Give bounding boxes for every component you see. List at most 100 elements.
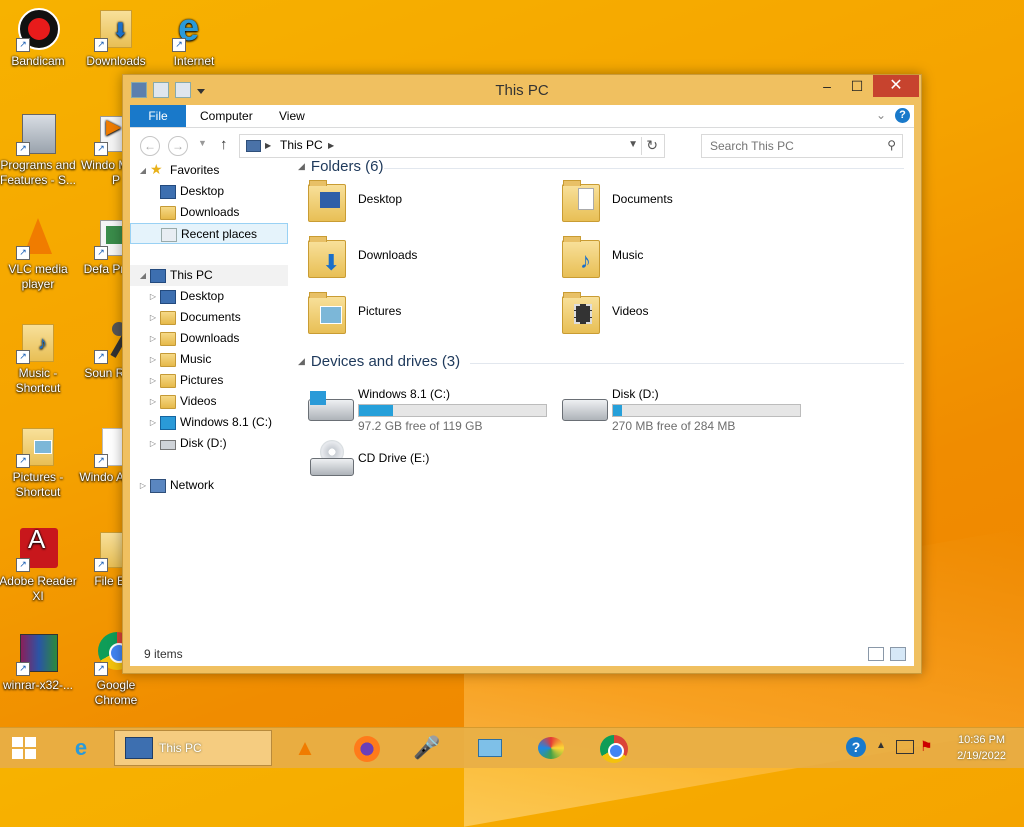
tab-computer[interactable]: Computer bbox=[200, 105, 253, 127]
downloads-folder-icon: ⬇ bbox=[306, 234, 348, 278]
up-button[interactable]: ↑ bbox=[220, 136, 228, 153]
desktop-icon-label: Adobe Reader XI bbox=[0, 574, 77, 603]
tab-view[interactable]: View bbox=[279, 105, 305, 127]
chevron-right-icon[interactable]: ▷ bbox=[148, 412, 158, 433]
nav-item-desktop[interactable]: ▷ Desktop bbox=[130, 286, 288, 307]
microphone-icon[interactable]: 🎤 bbox=[404, 731, 450, 765]
chevron-right-icon[interactable]: ▷ bbox=[138, 475, 148, 496]
tab-file[interactable]: File bbox=[130, 105, 186, 127]
vlc-cone-icon[interactable]: ▲ bbox=[282, 731, 328, 765]
help-icon[interactable]: ? bbox=[846, 737, 866, 757]
folder-name: Pictures bbox=[358, 304, 402, 318]
title-bar[interactable]: This PC – ☐ ✕ bbox=[123, 75, 921, 105]
nav-label: Recent places bbox=[181, 227, 258, 241]
navigation-pane: ◢ ★ Favorites Desktop Downloads Recent p… bbox=[130, 162, 290, 642]
folders-group-header[interactable]: ◢ Folders (6) bbox=[298, 158, 383, 175]
paint-icon[interactable] bbox=[528, 731, 574, 765]
chevron-right-icon[interactable]: ▷ bbox=[148, 370, 158, 391]
clock[interactable]: 10:36 PM 2/19/2022 bbox=[957, 732, 1006, 764]
start-button[interactable] bbox=[12, 737, 38, 759]
desktop-icon-programs-features[interactable]: ↗ Programs and Features - S... bbox=[0, 112, 78, 188]
network-tray-icon[interactable] bbox=[896, 740, 914, 754]
nav-item-videos[interactable]: ▷ Videos bbox=[130, 391, 288, 412]
chevron-right-icon[interactable]: ▷ bbox=[148, 433, 158, 454]
expand-icon[interactable]: ◢ bbox=[138, 160, 148, 181]
collapse-icon[interactable]: ◢ bbox=[298, 356, 305, 366]
address-bar[interactable]: ▶ This PC ▶ ▼ ↻ bbox=[239, 134, 665, 158]
desktop-icon-downloads[interactable]: ⬇ ↗ Downloads bbox=[76, 8, 156, 69]
folder-item-music[interactable]: ♪ Music bbox=[560, 232, 800, 282]
maximize-button[interactable]: ☐ bbox=[843, 75, 871, 97]
collapse-icon[interactable]: ◢ bbox=[298, 161, 305, 171]
nav-item-desktop[interactable]: Desktop bbox=[130, 181, 288, 202]
search-input[interactable] bbox=[708, 138, 872, 154]
nav-item-downloads[interactable]: Downloads bbox=[130, 202, 288, 223]
internet-explorer-icon[interactable]: e bbox=[58, 731, 104, 765]
desktop-icon-label: Programs and Features - S... bbox=[0, 158, 77, 187]
nav-item-downloads[interactable]: ▷ Downloads bbox=[130, 328, 288, 349]
desktop-icon-pictures-shortcut[interactable]: ↗ Pictures - Shortcut bbox=[0, 424, 78, 500]
nav-item-drive-c[interactable]: ▷ Windows 8.1 (C:) bbox=[130, 412, 288, 433]
nav-label: Documents bbox=[180, 310, 241, 324]
folder-item-videos[interactable]: Videos bbox=[560, 288, 800, 338]
desktop-icon-winrar[interactable]: ↗ winrar-x32-... bbox=[0, 632, 78, 693]
folder-item-documents[interactable]: Documents bbox=[560, 176, 800, 226]
nav-item-recent-places[interactable]: Recent places bbox=[130, 223, 288, 244]
action-center-icon[interactable]: ⚑ bbox=[920, 738, 933, 755]
nav-label: Network bbox=[170, 478, 215, 492]
remote-desktop-icon[interactable] bbox=[466, 731, 512, 765]
recent-locations-icon[interactable]: ▼ bbox=[198, 138, 207, 148]
back-button[interactable]: ← bbox=[140, 136, 160, 156]
details-view-icon[interactable] bbox=[868, 647, 884, 661]
chevron-right-icon[interactable]: ▶ bbox=[328, 141, 334, 150]
desktop-icon-internet[interactable]: e ↗ Internet bbox=[154, 8, 234, 69]
videos-icon bbox=[160, 395, 176, 409]
folder-item-pictures[interactable]: Pictures bbox=[306, 288, 546, 338]
refresh-icon[interactable]: ↻ bbox=[646, 137, 658, 154]
desktop-icon-label: Music - Shortcut bbox=[15, 366, 61, 395]
vlc-cone-icon: ↗ bbox=[16, 216, 60, 260]
address-path[interactable]: This PC bbox=[280, 138, 323, 152]
taskbar-item-this-pc[interactable]: This PC bbox=[114, 730, 272, 766]
expand-ribbon-icon[interactable]: ⌄ bbox=[876, 108, 886, 122]
nav-item-music[interactable]: ▷ Music bbox=[130, 349, 288, 370]
desktop-icon-adobe-reader[interactable]: A ↗ Adobe Reader XI bbox=[0, 526, 78, 604]
drive-item-e[interactable]: CD Drive (E:) bbox=[306, 434, 566, 484]
nav-label: Videos bbox=[180, 394, 217, 408]
chevron-right-icon[interactable]: ▶ bbox=[265, 141, 271, 150]
nav-this-pc[interactable]: ◢ This PC bbox=[130, 265, 288, 286]
nav-item-drive-d[interactable]: ▷ Disk (D:) bbox=[130, 433, 288, 454]
drive-item-c[interactable]: Windows 8.1 (C:) 97.2 GB free of 119 GB bbox=[306, 385, 566, 435]
nav-item-documents[interactable]: ▷ Documents bbox=[130, 307, 288, 328]
help-icon[interactable]: ? bbox=[895, 108, 910, 123]
nav-item-pictures[interactable]: ▷ Pictures bbox=[130, 370, 288, 391]
minimize-button[interactable]: – bbox=[813, 75, 841, 97]
search-icon[interactable]: ⚲ bbox=[887, 138, 896, 152]
search-box[interactable]: ⚲ bbox=[701, 134, 903, 158]
nav-network[interactable]: ▷ Network bbox=[130, 475, 288, 496]
desktop-icon-bandicam[interactable]: ↗ Bandicam bbox=[0, 8, 78, 69]
firefox-icon[interactable] bbox=[344, 731, 390, 765]
forward-button[interactable]: → bbox=[168, 136, 188, 156]
chrome-icon[interactable] bbox=[590, 731, 636, 765]
desktop-icon-music-shortcut[interactable]: ♪ ↗ Music - Shortcut bbox=[0, 320, 78, 396]
expand-icon[interactable]: ◢ bbox=[138, 265, 148, 286]
nav-label: Downloads bbox=[180, 205, 240, 219]
folder-item-desktop[interactable]: Desktop bbox=[306, 176, 546, 226]
chevron-right-icon[interactable]: ▷ bbox=[148, 286, 158, 307]
show-hidden-icons[interactable]: ▲ bbox=[876, 740, 886, 751]
chevron-right-icon[interactable]: ▷ bbox=[148, 349, 158, 370]
folder-item-downloads[interactable]: ⬇ Downloads bbox=[306, 232, 546, 282]
chevron-right-icon[interactable]: ▷ bbox=[148, 307, 158, 328]
close-button[interactable]: ✕ bbox=[873, 75, 919, 97]
chevron-right-icon[interactable]: ▷ bbox=[148, 328, 158, 349]
taskbar-item-label: This PC bbox=[159, 741, 202, 755]
chevron-right-icon[interactable]: ▷ bbox=[148, 391, 158, 412]
nav-favorites[interactable]: ◢ ★ Favorites bbox=[130, 160, 288, 181]
nav-label: Downloads bbox=[180, 331, 240, 345]
drive-item-d[interactable]: Disk (D:) 270 MB free of 284 MB bbox=[560, 385, 820, 435]
devices-group-header[interactable]: ◢ Devices and drives (3) bbox=[298, 353, 460, 370]
chevron-down-icon[interactable]: ▼ bbox=[628, 139, 638, 150]
desktop-icon-vlc[interactable]: ↗ VLC media player bbox=[0, 216, 78, 292]
tiles-view-icon[interactable] bbox=[890, 647, 906, 661]
